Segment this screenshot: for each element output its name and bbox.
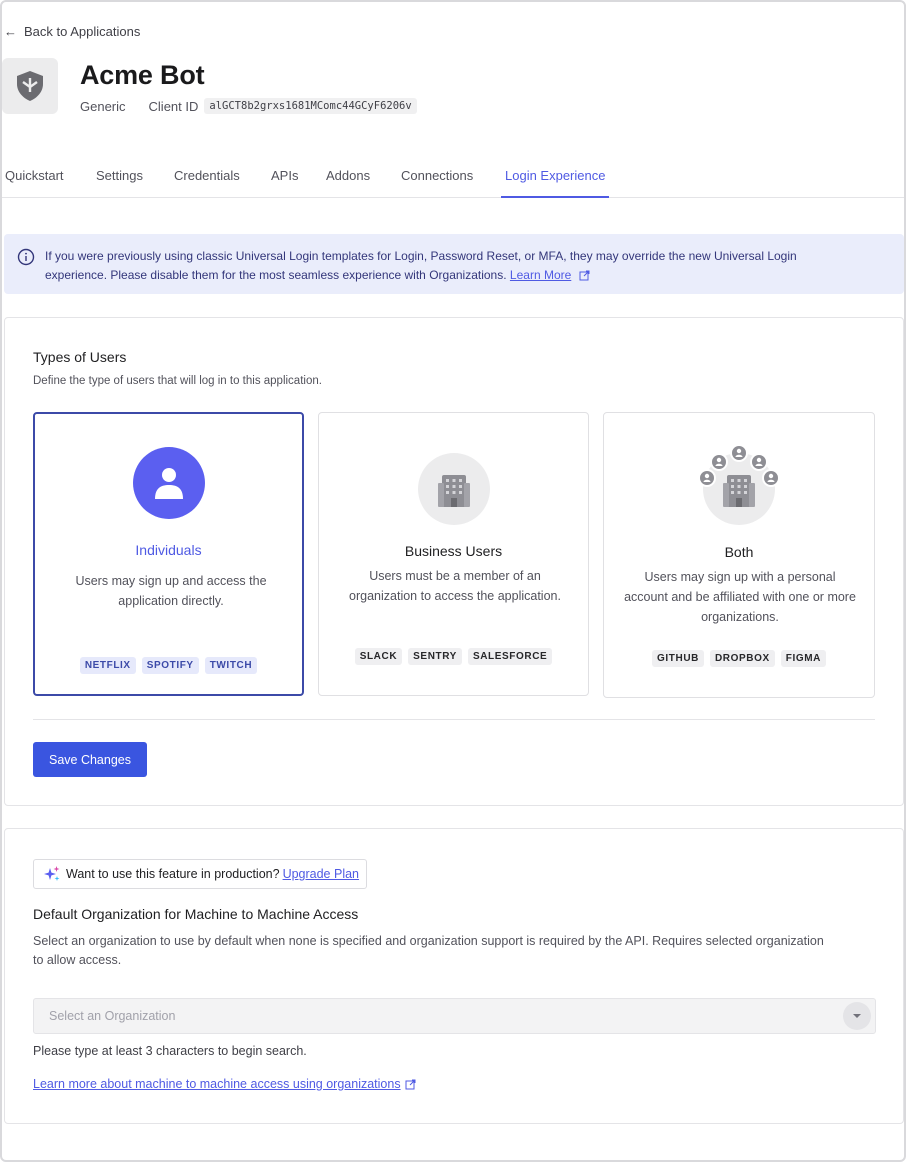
tab-login-experience[interactable]: Login Experience	[501, 168, 610, 198]
shield-logo-icon	[17, 71, 43, 101]
option-individuals-description: Users may sign up and access the applica…	[75, 574, 267, 608]
tab-addons[interactable]: Addons	[326, 168, 370, 197]
app-meta: Generic Client ID alGCT8b2grxs1681MComc4…	[80, 98, 417, 114]
m2m-description: Select an organization to use by default…	[33, 934, 824, 967]
notice-message: If you were previously using classic Uni…	[45, 249, 797, 282]
user-types-card: Types of Users Define the type of users …	[4, 317, 904, 806]
m2m-learn-more-link[interactable]: Learn more about machine to machine acce…	[33, 1077, 416, 1091]
badge: NETFLIX	[79, 657, 136, 674]
tab-bar: Quickstart Settings Credentials APIs Add…	[2, 162, 904, 198]
chevron-down-icon[interactable]	[843, 1002, 871, 1030]
notice-text: If you were previously using classic Uni…	[45, 247, 845, 285]
m2m-learn-more-label: Learn more about machine to machine acce…	[33, 1077, 401, 1091]
app-type: Generic	[80, 98, 126, 114]
building-icon	[417, 453, 490, 525]
option-individuals[interactable]: Individuals Users may sign up and access…	[33, 412, 304, 696]
upgrade-plan-banner: Want to use this feature in production? …	[33, 859, 368, 889]
client-id-value[interactable]: alGCT8b2grxs1681MComc44GCyF6206v	[204, 98, 417, 114]
user-types-title: Types of Users	[33, 349, 127, 365]
people-cluster-icon	[698, 444, 780, 487]
tab-credentials[interactable]: Credentials	[174, 168, 240, 197]
option-both-description: Users may sign up with a personal accoun…	[624, 570, 856, 624]
upgrade-plan-link[interactable]: Upgrade Plan	[283, 867, 359, 881]
save-changes-button[interactable]: Save Changes	[33, 742, 147, 777]
option-individuals-name: Individuals	[135, 542, 202, 558]
back-to-applications-link[interactable]: ← Back to Applications	[4, 24, 140, 39]
badge: FIGMA	[780, 650, 826, 667]
badge: TWITCH	[204, 657, 258, 674]
user-types-description: Define the type of users that will log i…	[33, 375, 322, 387]
badge: SALESFORCE	[467, 648, 553, 665]
organization-select-placeholder: Select an Organization	[49, 1009, 176, 1023]
app-title: Acme Bot	[80, 60, 205, 90]
person-avatar-icon	[132, 447, 205, 519]
app-logo	[2, 58, 58, 114]
search-hint: Please type at least 3 characters to beg…	[33, 1044, 307, 1058]
organization-select[interactable]: Select an Organization	[33, 998, 876, 1034]
tab-quickstart[interactable]: Quickstart	[5, 168, 64, 197]
option-business-users-description: Users must be a member of an organizatio…	[349, 569, 561, 603]
badge: SPOTIFY	[141, 657, 199, 674]
tab-settings[interactable]: Settings	[96, 168, 143, 197]
external-link-icon	[405, 1079, 416, 1089]
m2m-access-card: Want to use this feature in production? …	[4, 828, 904, 1124]
tab-apis[interactable]: APIs	[271, 168, 298, 197]
learn-more-label: Learn More	[509, 268, 572, 282]
back-link-label: Back to Applications	[24, 24, 141, 39]
option-both-name: Both	[724, 544, 754, 560]
upgrade-prompt: Want to use this feature in production?	[66, 867, 280, 881]
sparkle-icon	[44, 866, 60, 881]
classic-templates-notice: If you were previously using classic Uni…	[4, 234, 904, 294]
option-business-users-name: Business Users	[404, 543, 503, 559]
badge: GITHUB	[652, 650, 704, 667]
option-business-users[interactable]: Business Users Users must be a member of…	[318, 412, 589, 696]
option-both-badges: GITHUB DROPBOX FIGMA	[604, 650, 874, 667]
learn-more-link[interactable]: Learn More	[510, 268, 571, 282]
badge: SLACK	[354, 648, 403, 665]
tab-connections[interactable]: Connections	[401, 168, 473, 197]
app-detail-page: ← Back to Applications Acme Bot Generic …	[0, 0, 906, 1162]
divider	[33, 719, 875, 720]
client-id-label: Client ID	[148, 98, 199, 114]
arrow-left-icon: ←	[4, 24, 17, 39]
m2m-title: Default Organization for Machine to Mach…	[33, 906, 359, 922]
option-business-users-badges: SLACK SENTRY SALESFORCE	[319, 648, 588, 665]
badge: SENTRY	[408, 648, 462, 665]
badge: DROPBOX	[709, 650, 775, 667]
info-icon	[17, 248, 35, 266]
option-both[interactable]: Both Users may sign up with a personal a…	[603, 412, 875, 698]
option-individuals-badges: NETFLIX SPOTIFY TWITCH	[35, 657, 302, 674]
external-link-icon	[579, 270, 590, 281]
